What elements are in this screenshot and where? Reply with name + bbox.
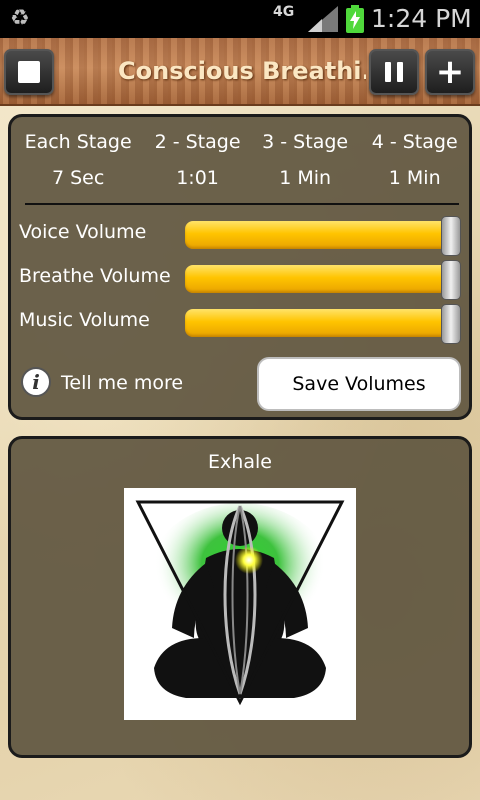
stage-value[interactable]: 1 Min bbox=[250, 167, 361, 189]
meditation-silhouette-icon bbox=[135, 500, 345, 706]
plus-icon: + bbox=[435, 52, 465, 92]
status-bar: ♻ 4G 1:24 PM bbox=[0, 0, 480, 38]
battery-charging-icon bbox=[346, 5, 364, 33]
stage-value[interactable]: 1:01 bbox=[145, 167, 250, 189]
divider bbox=[25, 203, 459, 205]
settings-panel: Each Stage 2 - Stage 3 - Stage 4 - Stage… bbox=[8, 114, 472, 420]
stage-header: Each Stage bbox=[24, 131, 132, 153]
music-volume-row: Music Volume bbox=[19, 304, 467, 344]
stage-timings: Each Stage 2 - Stage 3 - Stage 4 - Stage… bbox=[11, 131, 469, 189]
music-volume-label: Music Volume bbox=[19, 309, 150, 331]
voice-volume-slider[interactable] bbox=[185, 216, 461, 256]
tell-me-more-link[interactable]: Tell me more bbox=[61, 372, 183, 394]
breathe-volume-slider[interactable] bbox=[185, 260, 461, 300]
stop-icon bbox=[18, 61, 40, 83]
network-indicator: 4G bbox=[273, 4, 295, 20]
slider-thumb[interactable] bbox=[441, 260, 461, 300]
status-clock: 1:24 PM bbox=[371, 4, 472, 33]
signal-icon bbox=[308, 6, 338, 32]
meditation-figure-image bbox=[124, 488, 356, 720]
voice-volume-label: Voice Volume bbox=[19, 221, 147, 243]
stage-header: 3 - Stage bbox=[262, 131, 349, 153]
save-volumes-button[interactable]: Save Volumes bbox=[257, 357, 461, 411]
stage-value[interactable]: 1 Min bbox=[360, 167, 469, 189]
recycle-icon: ♻ bbox=[10, 6, 30, 31]
stage-headers: Each Stage 2 - Stage 3 - Stage 4 - Stage bbox=[11, 131, 469, 153]
app-title: Conscious Breathi... bbox=[118, 57, 366, 85]
voice-volume-row: Voice Volume bbox=[19, 216, 467, 256]
title-bar: Conscious Breathi... + bbox=[0, 38, 480, 106]
add-button[interactable]: + bbox=[425, 49, 475, 95]
pause-button[interactable] bbox=[369, 49, 419, 95]
music-volume-slider[interactable] bbox=[185, 304, 461, 344]
breathing-panel: Exhale bbox=[8, 436, 472, 758]
stage-values: 7 Sec 1:01 1 Min 1 Min bbox=[11, 167, 469, 189]
slider-thumb[interactable] bbox=[441, 216, 461, 256]
info-icon[interactable]: i bbox=[21, 367, 51, 397]
stage-header: 4 - Stage bbox=[371, 131, 458, 153]
stage-value[interactable]: 7 Sec bbox=[11, 167, 145, 189]
slider-thumb[interactable] bbox=[441, 304, 461, 344]
breathe-volume-row: Breathe Volume bbox=[19, 260, 467, 300]
breathe-volume-label: Breathe Volume bbox=[19, 265, 171, 287]
stage-header: 2 - Stage bbox=[154, 131, 241, 153]
pause-icon bbox=[385, 62, 403, 82]
breath-phase-label: Exhale bbox=[208, 451, 272, 473]
stop-button[interactable] bbox=[4, 49, 54, 95]
